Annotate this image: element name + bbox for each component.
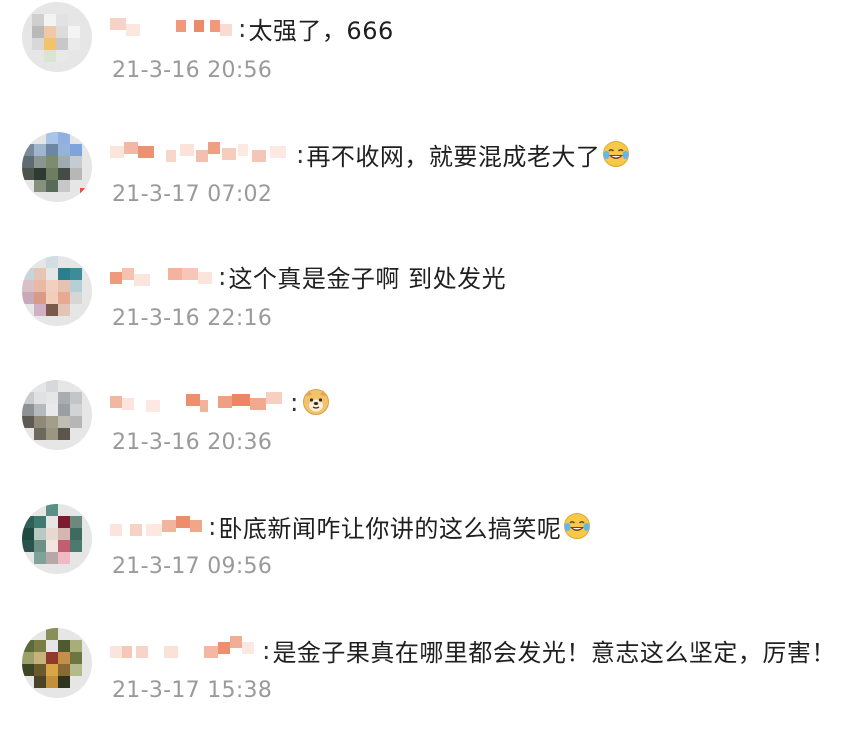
author-name[interactable] [110, 262, 216, 290]
comment-text: 是金子果真在哪里都会发光！意志这么坚定，厉害！ [272, 638, 836, 667]
comment-item: : 太强了，666 21-3-16 20:56 [0, 0, 866, 124]
comment-line: : 是金子果真在哪里都会发光！意志这么坚定，厉害！ [110, 632, 836, 668]
comment-line: : 卧底新闻咋让你讲的这么搞笑呢 [110, 508, 591, 544]
colon-separator: : [296, 139, 305, 169]
laughing-tears-emoji-icon [603, 141, 630, 167]
comment-time: 21-3-16 22:16 [112, 306, 273, 331]
comment-time: 21-3-16 20:56 [112, 58, 273, 83]
colon-separator: : [290, 387, 299, 417]
avatar[interactable] [22, 256, 92, 326]
comment-text: 这个真是金子啊 到处发光 [228, 264, 507, 293]
comment-item: : 卧底新闻咋让你讲的这么搞笑呢 21-3-17 09:56 [0, 496, 866, 620]
author-name[interactable] [110, 140, 294, 168]
comment-time: 21-3-17 07:02 [112, 182, 273, 207]
comment-line: : [110, 384, 330, 420]
comment-line: : 太强了，666 [110, 10, 394, 46]
avatar[interactable] [22, 628, 92, 698]
comment-item: : 这个真是金子啊 到处发光 21-3-16 22:16 [0, 248, 866, 372]
comment-text: 卧底新闻咋让你讲的这么搞笑呢 [218, 514, 562, 543]
comment-item: : 21-3-16 20:36 [0, 372, 866, 496]
comment-time: 21-3-17 15:38 [112, 678, 273, 703]
colon-separator: : [262, 635, 271, 665]
comment-text: 太强了，666 [248, 16, 394, 45]
author-name[interactable] [110, 14, 236, 42]
comment-line: : 再不收网，就要混成老大了 [110, 136, 630, 172]
avatar[interactable] [22, 132, 92, 202]
laughing-tears-emoji-icon [564, 513, 591, 539]
comment-time: 21-3-16 20:36 [112, 430, 273, 455]
avatar[interactable] [22, 380, 92, 450]
author-name[interactable] [110, 636, 260, 664]
colon-separator: : [218, 261, 227, 291]
avatar[interactable] [22, 504, 92, 574]
avatar[interactable] [22, 2, 92, 72]
author-name[interactable] [110, 388, 288, 416]
comment-time: 21-3-17 09:56 [112, 554, 273, 579]
author-name[interactable] [110, 512, 206, 540]
comment-text: 再不收网，就要混成老大了 [306, 142, 601, 171]
comment-line: : 这个真是金子啊 到处发光 [110, 258, 506, 294]
colon-separator: : [238, 13, 247, 43]
doge-emoji-icon [303, 389, 330, 415]
comment-item: : 是金子果真在哪里都会发光！意志这么坚定，厉害！ 21-3-17 15:38 [0, 620, 866, 744]
colon-separator: : [208, 511, 217, 541]
comment-item: : 再不收网，就要混成老大了 21-3-17 07:02 [0, 124, 866, 248]
